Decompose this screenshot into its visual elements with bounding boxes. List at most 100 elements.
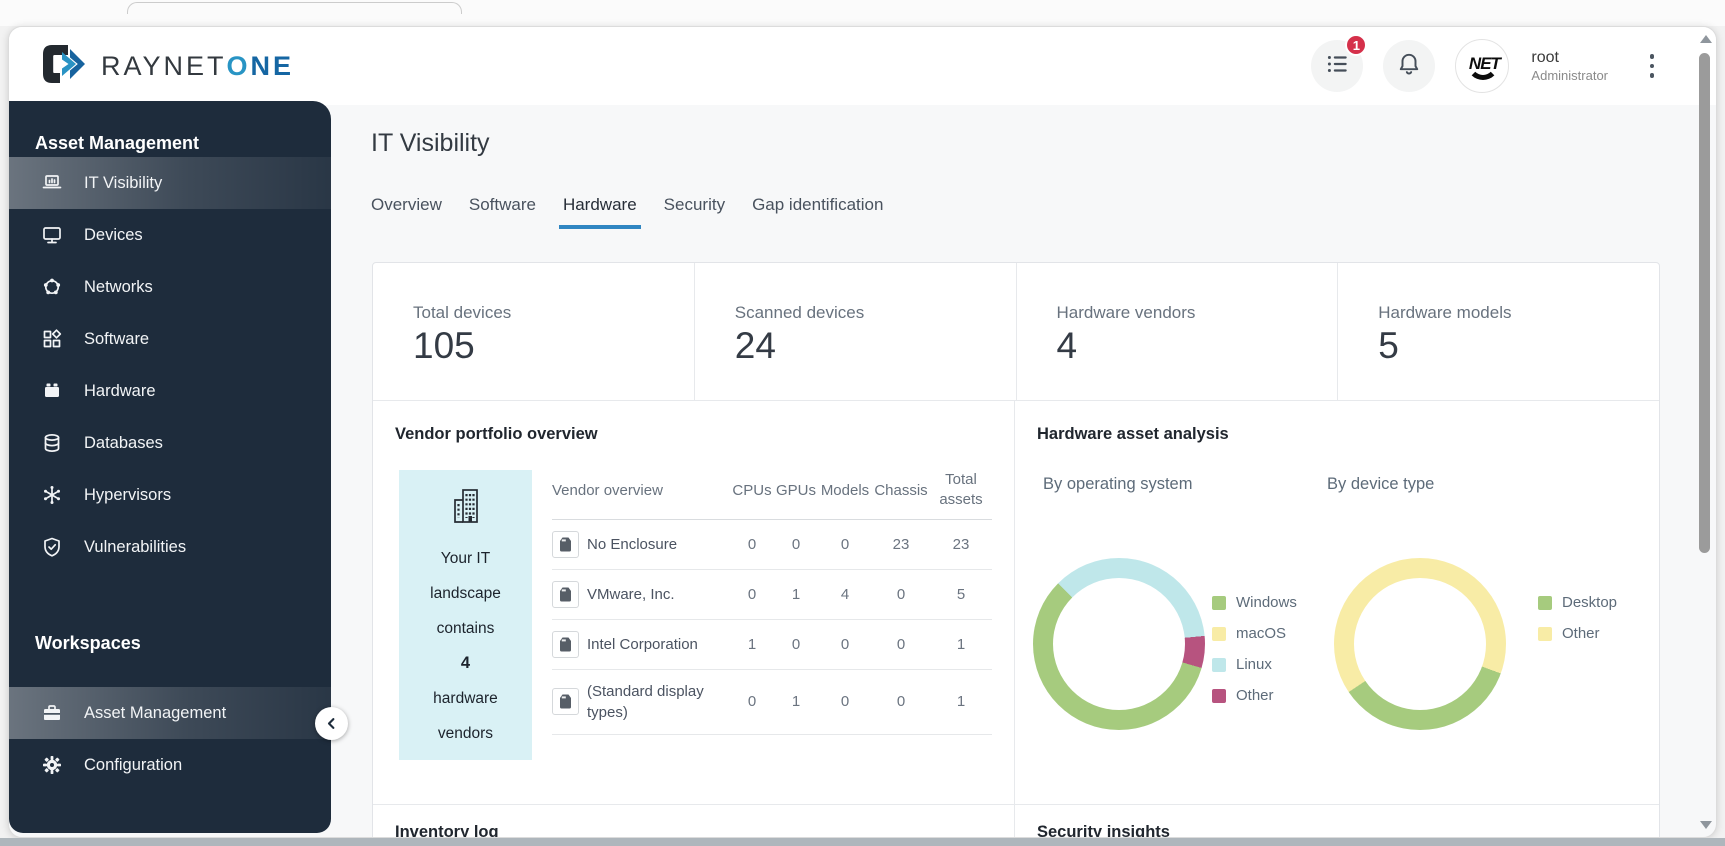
- security-insights-card: Security insights: [1015, 805, 1659, 838]
- legend-swatch: [1212, 596, 1226, 610]
- vendor-table-row[interactable]: VMware, Inc.01405: [552, 570, 992, 620]
- bell-icon: [1396, 51, 1422, 82]
- sidebar-item-label: Vulnerabilities: [84, 538, 186, 557]
- app-header: RAYNETONE 1: [9, 27, 1716, 105]
- vendor-gpus-value: 0: [774, 636, 818, 653]
- tab-bar: Overview Software Hardware Security Gap iden…: [371, 195, 883, 229]
- vendor-gpus-value: 1: [774, 693, 818, 710]
- sidebar-item-label: Hypervisors: [84, 486, 171, 505]
- sidebar-collapse-button[interactable]: [315, 707, 348, 740]
- vendor-chassis-value: 0: [872, 586, 930, 603]
- chart-subtitle: By operating system: [1043, 475, 1192, 494]
- tab-security[interactable]: Security: [664, 195, 725, 229]
- sidebar-item-configuration[interactable]: Configuration: [9, 739, 331, 791]
- network-nodes-icon: [39, 274, 65, 300]
- user-meta: root Administrator: [1531, 48, 1608, 84]
- sidebar-item-databases[interactable]: Databases: [9, 417, 331, 469]
- it-landscape-note-line: Your IT: [430, 541, 501, 576]
- page-title: IT Visibility: [371, 129, 490, 158]
- stat-value: 105: [413, 325, 694, 367]
- legend-swatch: [1538, 596, 1552, 610]
- tab-software[interactable]: Software: [469, 195, 536, 229]
- shield-check-icon: [39, 534, 65, 560]
- vendor-table-col-header: GPUs: [774, 482, 818, 499]
- it-landscape-note-line: landscape: [430, 576, 501, 611]
- window-edge-artifact: [127, 2, 462, 14]
- vendor-name: No Enclosure: [587, 534, 677, 555]
- scrollbar-thumb[interactable]: [1699, 53, 1710, 553]
- scroll-down-arrow-icon[interactable]: [1700, 821, 1712, 829]
- task-list-button[interactable]: 1: [1311, 40, 1363, 92]
- stat-label: Hardware models: [1378, 303, 1659, 323]
- sidebar-item-label: Networks: [84, 278, 153, 297]
- vendor-models-value: 0: [818, 536, 872, 553]
- sidebar-item-software[interactable]: Software: [9, 313, 331, 365]
- sidebar-item-label: Hardware: [84, 382, 156, 401]
- tab-hardware[interactable]: Hardware: [563, 195, 637, 229]
- bottom-edge-strip: [0, 838, 1725, 846]
- sidebar-item-networks[interactable]: Networks: [9, 261, 331, 313]
- legend-swatch: [1212, 658, 1226, 672]
- app-window: RAYNETONE 1: [8, 26, 1717, 838]
- stats-row: Total devices105Scanned devices24Hardwar…: [373, 263, 1659, 400]
- legend-item-macos: macOS: [1212, 618, 1297, 649]
- vendor-cpus-value: 0: [730, 536, 774, 553]
- tab-gap-identification[interactable]: Gap identification: [752, 195, 883, 229]
- enclosure-icon: [552, 531, 579, 558]
- header-actions: 1 NET root Administrator: [1311, 39, 1662, 93]
- vendor-chassis-value: 23: [872, 536, 930, 553]
- it-landscape-note-line: vendors: [430, 716, 501, 751]
- stat-value: 5: [1378, 325, 1659, 367]
- sidebar-item-hypervisors[interactable]: Hypervisors: [9, 469, 331, 521]
- bottom-row: Inventory log Security insights: [373, 804, 1659, 838]
- legend-item-linux: Linux: [1212, 649, 1297, 680]
- chart-by-device-type: By device typeDesktopOther: [1316, 461, 1660, 804]
- sidebar-item-label: Asset Management: [84, 704, 226, 723]
- it-landscape-note-line: 4: [430, 646, 501, 681]
- tab-overview[interactable]: Overview: [371, 195, 442, 229]
- vendor-name-cell: No Enclosure: [552, 531, 730, 558]
- legend-label: Other: [1236, 687, 1274, 704]
- stat-card-hardware-vendors: Hardware vendors4: [1017, 263, 1339, 400]
- legend-item-desktop: Desktop: [1538, 587, 1617, 618]
- enclosure-icon: [552, 631, 579, 658]
- vendor-name: Intel Corporation: [587, 634, 698, 655]
- legend-swatch: [1538, 627, 1552, 641]
- legend-label: Windows: [1236, 594, 1297, 611]
- hardware-analysis-heading: Hardware asset analysis: [1037, 425, 1659, 444]
- user-avatar[interactable]: NET: [1455, 39, 1509, 93]
- vendor-models-value: 4: [818, 586, 872, 603]
- hardware-analysis-card: Hardware asset analysis By operating sys…: [1015, 401, 1659, 804]
- scroll-up-arrow-icon[interactable]: [1700, 35, 1712, 43]
- vendor-name-cell: VMware, Inc.: [552, 581, 730, 608]
- sidebar-item-label: Databases: [84, 434, 163, 453]
- monitor-icon: [39, 222, 65, 248]
- vertical-scrollbar[interactable]: [1697, 33, 1713, 831]
- vendor-chassis-value: 0: [872, 636, 930, 653]
- vendor-table-row[interactable]: (Standard display types)01001: [552, 670, 992, 735]
- stat-card-scanned-devices: Scanned devices24: [695, 263, 1017, 400]
- vendor-gpus-value: 0: [774, 536, 818, 553]
- vendor-table: Vendor overviewCPUsGPUsModelsChassisTota…: [552, 470, 992, 760]
- vendor-name: (Standard display types): [587, 681, 707, 723]
- notification-count-badge: 1: [1345, 34, 1367, 56]
- sidebar-item-it-visibility[interactable]: IT Visibility: [9, 157, 331, 209]
- donut-hole: [1354, 578, 1486, 710]
- stat-label: Total devices: [413, 303, 694, 323]
- sidebar-item-devices[interactable]: Devices: [9, 209, 331, 261]
- user-role: Administrator: [1531, 68, 1608, 84]
- notifications-button[interactable]: [1383, 40, 1435, 92]
- vendor-table-row[interactable]: No Enclosure0002323: [552, 520, 992, 570]
- overflow-menu-button[interactable]: [1642, 44, 1662, 88]
- vendor-table-row[interactable]: Intel Corporation10001: [552, 620, 992, 670]
- sidebar-item-label: Configuration: [84, 756, 182, 775]
- vendor-total-value: 1: [930, 693, 992, 710]
- vendor-cpus-value: 1: [730, 636, 774, 653]
- donut-chart: [1334, 558, 1506, 730]
- vendor-table-total-header: Total assets: [930, 470, 992, 511]
- sidebar-item-hardware[interactable]: Hardware: [9, 365, 331, 417]
- legend-item-other: Other: [1212, 680, 1297, 711]
- sidebar-item-asset-management[interactable]: Asset Management: [9, 687, 331, 739]
- sidebar-item-vulnerabilities[interactable]: Vulnerabilities: [9, 521, 331, 573]
- it-landscape-note-line: hardware: [430, 681, 501, 716]
